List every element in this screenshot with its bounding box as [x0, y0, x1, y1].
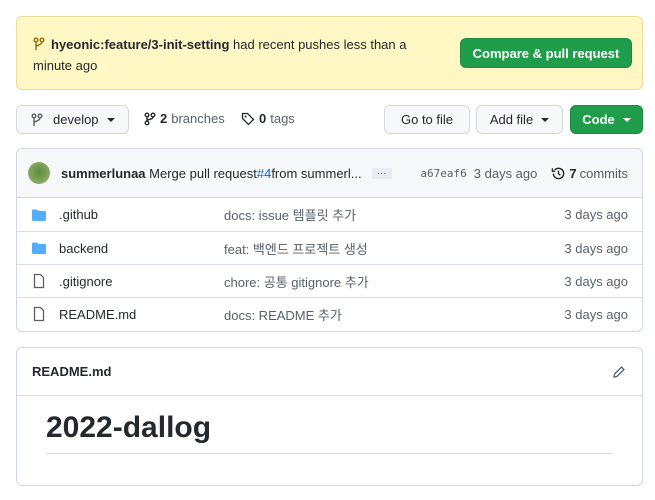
branches-icon	[144, 112, 156, 125]
commit-age: 3 days ago	[473, 165, 538, 181]
add-file-button[interactable]: Add file	[476, 105, 563, 134]
commit-author[interactable]: summerlunaa	[61, 166, 146, 181]
file-commit-message[interactable]: feat: 백엔드 프로젝트 생성	[224, 239, 564, 258]
avatar[interactable]	[28, 162, 50, 184]
branches-label: branches	[171, 111, 225, 126]
compare-pull-request-button[interactable]: Compare & pull request	[460, 38, 632, 68]
add-file-label: Add file	[489, 112, 534, 127]
branches-count: 2	[160, 111, 168, 126]
tags-label: tags	[270, 111, 295, 126]
branches-link[interactable]: 2 branches	[144, 111, 225, 126]
file-browser: summerlunaa Merge pull request #4 from s…	[16, 148, 643, 332]
commits-count: 7	[569, 165, 577, 181]
commit-message-rest[interactable]: from summerl...	[271, 166, 361, 181]
chevron-down-icon	[106, 117, 115, 122]
readme-filename: README.md	[32, 364, 112, 379]
file-name[interactable]: .github	[59, 207, 224, 222]
file-age: 3 days ago	[564, 306, 628, 322]
file-row[interactable]: .github docs: issue 템플릿 추가 3 days ago	[17, 198, 642, 231]
pencil-icon[interactable]	[612, 365, 626, 379]
branch-icon	[31, 113, 43, 126]
commits-link[interactable]: 7 commits	[551, 166, 628, 181]
readme-title: 2022-dallog	[46, 411, 613, 454]
file-age: 3 days ago	[564, 240, 628, 256]
file-icon	[33, 306, 45, 322]
commit-message[interactable]: Merge pull request	[149, 166, 257, 181]
banner-branch[interactable]: hyeonic:feature/3-init-setting	[51, 37, 229, 52]
file-row[interactable]: backend feat: 백엔드 프로젝트 생성 3 days ago	[17, 231, 642, 264]
file-commit-message[interactable]: docs: issue 템플릿 추가	[224, 205, 564, 224]
banner-message: hyeonic:feature/3-init-setting had recen…	[33, 34, 433, 76]
commits-label: commits	[579, 165, 628, 181]
file-icon	[33, 273, 45, 289]
commit-sha[interactable]: a67eaf6	[420, 167, 466, 180]
tags-link[interactable]: 0 tags	[241, 111, 295, 126]
readme-panel: README.md 2022-dallog	[16, 347, 643, 486]
recent-push-banner: hyeonic:feature/3-init-setting had recen…	[16, 16, 643, 90]
folder-icon	[32, 209, 46, 221]
code-button[interactable]: Code	[570, 105, 643, 134]
file-commit-message[interactable]: chore: 공통 gitignore 추가	[224, 272, 564, 291]
file-age: 3 days ago	[564, 273, 628, 289]
file-commit-message[interactable]: docs: README 추가	[224, 305, 564, 324]
pr-link[interactable]: #4	[257, 166, 271, 181]
code-label: Code	[582, 112, 615, 127]
file-list: .github docs: issue 템플릿 추가 3 days ago back…	[17, 198, 642, 330]
file-row[interactable]: .gitignore chore: 공통 gitignore 추가 3 days a…	[17, 264, 642, 297]
branch-select-button[interactable]: develop	[16, 105, 129, 134]
go-to-file-button[interactable]: Go to file	[384, 105, 470, 134]
chevron-down-icon	[622, 117, 631, 122]
branch-icon	[33, 37, 45, 50]
file-name[interactable]: backend	[59, 241, 224, 256]
expand-message-button[interactable]: ···	[371, 167, 392, 179]
latest-commit-bar: summerlunaa Merge pull request #4 from s…	[17, 149, 642, 198]
branch-name: develop	[53, 112, 99, 127]
history-icon	[552, 167, 565, 179]
chevron-down-icon	[541, 117, 550, 122]
file-name[interactable]: .gitignore	[59, 274, 224, 289]
file-age: 3 days ago	[564, 207, 628, 222]
file-row[interactable]: README.md docs: README 추가 3 days ago	[17, 297, 642, 330]
folder-icon	[32, 242, 46, 254]
file-name[interactable]: README.md	[59, 307, 224, 322]
tag-icon	[241, 112, 255, 125]
tags-count: 0	[259, 111, 267, 126]
